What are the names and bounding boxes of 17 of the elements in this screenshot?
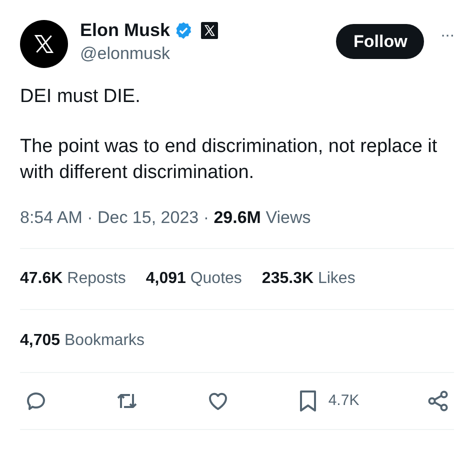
x-badge-icon [201,22,218,38]
author-name[interactable]: Elon Musk [80,18,170,42]
post-meta: 8:54 AM · Dec 15, 2023 · 29.6M Views [20,207,312,229]
bookmark-button[interactable]: 4.7K [296,389,360,413]
follow-button[interactable]: Follow [336,24,424,59]
stat-link[interactable]: 4,091 Quotes [146,267,242,291]
bookmarks-link[interactable]: 4,705 Bookmarks [20,329,145,353]
stat-link[interactable]: 235.3K Likes [262,267,356,291]
author-handle[interactable]: @elonmusk [80,42,218,66]
share-icon [426,389,450,413]
logo-icon [33,33,55,55]
share-button[interactable] [426,389,450,413]
post-text: DEI must DIE. [20,85,142,109]
stat-link[interactable]: 47.6K Reposts [20,267,126,291]
avatar[interactable] [20,20,68,68]
post-text: The point was to end discrimination, not replace it with different discrimination. [20,135,438,185]
more-button[interactable]: ··· [440,26,454,46]
